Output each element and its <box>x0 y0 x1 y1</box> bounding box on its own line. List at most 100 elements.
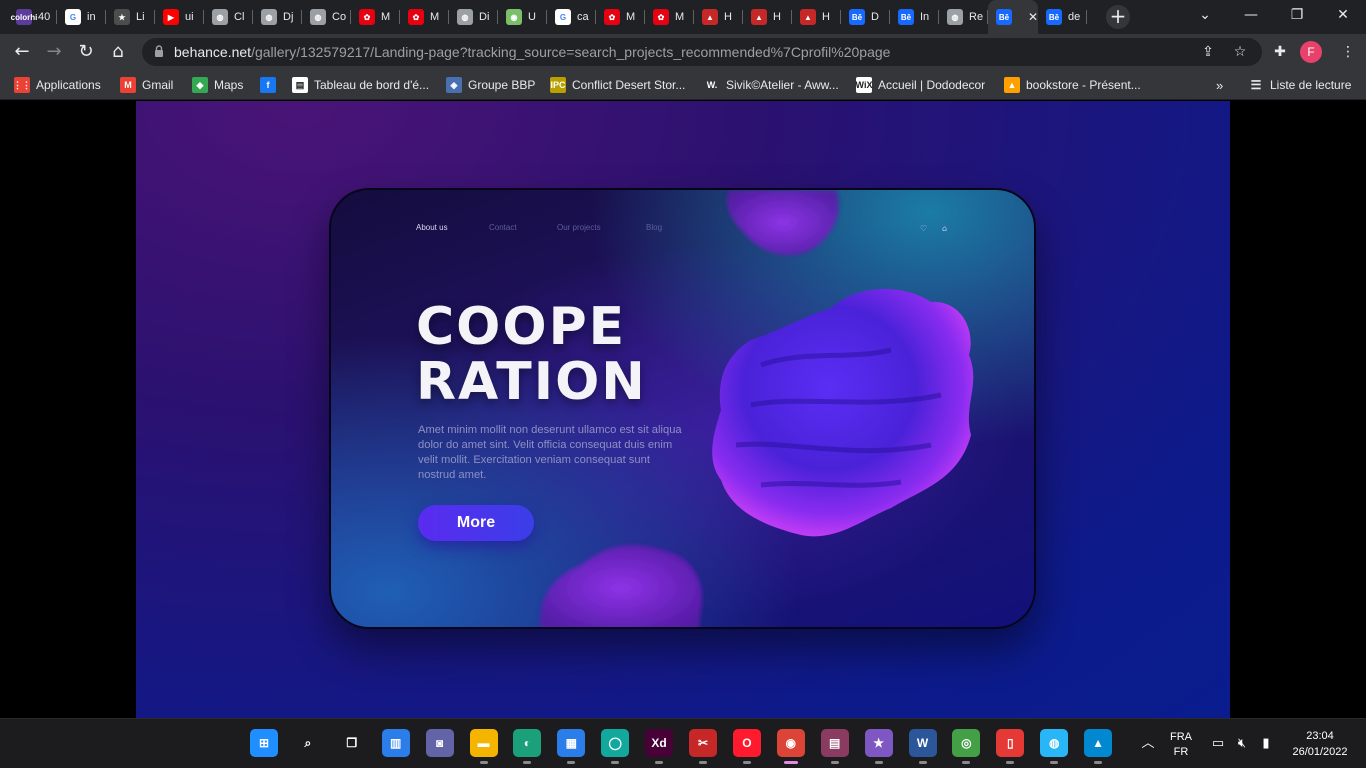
browser-tab[interactable]: ◍ Dj <box>253 0 302 34</box>
browser-tab[interactable]: Gin <box>57 0 106 34</box>
clock-time[interactable]: 23:04 <box>1290 730 1350 742</box>
search-icon[interactable]: ⌕ <box>293 729 322 757</box>
browser-tab[interactable]: colorhi 40 <box>8 0 57 34</box>
browser-tab[interactable]: ▶ ui <box>155 0 204 34</box>
network-app-icon[interactable]: ◎ <box>952 729 981 757</box>
store-icon[interactable]: ▦ <box>557 729 586 757</box>
widgets-icon[interactable]: ▥ <box>381 729 410 757</box>
firebase-icon: ▲ <box>1004 77 1020 93</box>
bookmark-item[interactable]: ◆ Maps <box>192 76 243 94</box>
tab-title: ca <box>577 11 589 23</box>
edge-icon[interactable]: ◐ <box>513 729 542 757</box>
address-bar[interactable]: behance.net/gallery/132579217/Landing-pa… <box>142 38 1262 66</box>
reading-list-button[interactable]: ☰ Liste de lecture <box>1248 76 1352 94</box>
bookmark-item[interactable]: ⋮⋮ Applications <box>13 76 101 94</box>
bookmark-item[interactable]: ▲ bookstore - Présent... <box>1004 76 1141 94</box>
nav-our-projects[interactable]: Our projects <box>557 223 601 232</box>
browser-tab[interactable]: Bē de <box>1038 0 1087 34</box>
basket-icon[interactable]: ⌂ <box>942 224 951 233</box>
teams-chat-icon[interactable]: ◙ <box>425 729 454 757</box>
photos-icon[interactable]: ▲ <box>1084 729 1113 757</box>
bookmark-item[interactable]: ◈ Groupe BBP <box>446 76 535 94</box>
url-path: /gallery/132579217/Landing-page?tracking… <box>251 44 891 60</box>
browser-tab[interactable]: Bē In <box>890 0 939 34</box>
new-tab-button[interactable]: + <box>1106 5 1130 29</box>
more-button[interactable]: More <box>418 505 534 541</box>
wix-icon: WiX <box>856 77 872 93</box>
word-icon[interactable]: W <box>908 729 937 757</box>
google-icon: G <box>65 9 81 25</box>
bookmarks-overflow-button[interactable]: » <box>1216 76 1223 94</box>
browser-tab[interactable]: ✿ M <box>645 0 694 34</box>
profile-avatar[interactable]: F <box>1300 41 1322 63</box>
nav-about-us[interactable]: About us <box>416 223 448 232</box>
network-icon[interactable]: ▭ <box>1210 736 1226 752</box>
url-host: behance.net <box>174 44 252 60</box>
winrar-icon[interactable]: ▤ <box>820 729 849 757</box>
apps-grid-icon: ⋮⋮ <box>13 77 31 93</box>
snipping-tool-icon[interactable]: ✂ <box>689 729 717 757</box>
browser-tab[interactable]: ▲ H <box>792 0 841 34</box>
bookmark-item[interactable]: IPC Conflict Desert Stor... <box>550 76 685 94</box>
globe-app-icon[interactable]: ◍ <box>1040 729 1069 757</box>
bookmark-star-icon[interactable]: ☆ <box>1232 44 1248 60</box>
nav-contact[interactable]: Contact <box>489 223 517 232</box>
browser-tab[interactable]: ◍ Cl <box>204 0 253 34</box>
heart-icon[interactable]: ♡ <box>920 224 929 233</box>
minimize-button[interactable]: — <box>1228 0 1274 34</box>
maps-icon: ◆ <box>192 77 208 93</box>
volume-muted-icon[interactable]: 🔇︎ <box>1234 736 1250 752</box>
bookmark-item[interactable]: WiX Accueil | Dododecor <box>856 76 985 94</box>
browser-tab[interactable]: ✿ M <box>400 0 449 34</box>
browser-tab[interactable]: ◉ U <box>498 0 547 34</box>
file-explorer-icon[interactable]: ▬ <box>469 729 498 757</box>
browser-tab[interactable]: ✿ M <box>596 0 645 34</box>
chevron-up-icon[interactable]: ︿ <box>1140 736 1156 752</box>
bookmark-item[interactable]: W. Sivik©Atelier - Aww... <box>704 76 839 94</box>
forward-button[interactable]: → <box>40 38 68 66</box>
bookmark-item[interactable]: M Gmail <box>120 76 173 94</box>
star-app-icon[interactable]: ★ <box>864 729 893 757</box>
tab-title: M <box>675 11 685 23</box>
tab-search-button[interactable]: ⌄ <box>1182 0 1228 34</box>
battery-icon[interactable]: ▮ <box>1258 736 1274 752</box>
bookmark-item[interactable]: ▤ Tableau de bord d'é... <box>292 76 429 94</box>
close-window-button[interactable]: ✕ <box>1320 0 1366 34</box>
back-button[interactable]: ← <box>8 38 36 66</box>
share-icon[interactable]: ⇪ <box>1200 44 1216 60</box>
headline-line-2: RATION <box>416 352 647 412</box>
menu-kebab-icon[interactable]: ⋮ <box>1340 44 1356 60</box>
browser-tab[interactable]: ▲ H <box>743 0 792 34</box>
home-button[interactable]: ⌂ <box>104 38 132 66</box>
lock-icon[interactable] <box>154 45 164 58</box>
browser-tab[interactable]: ◍ Co <box>302 0 351 34</box>
opera-icon[interactable]: O <box>732 729 761 757</box>
nav-blog[interactable]: Blog <box>646 223 662 232</box>
bookmark-item[interactable]: f <box>260 76 276 94</box>
language-indicator[interactable]: FRA <box>1166 731 1196 743</box>
keyboard-layout[interactable]: FR <box>1166 746 1196 758</box>
url-text[interactable]: behance.net/gallery/132579217/Landing-pa… <box>174 44 890 60</box>
tab-title: H <box>773 11 781 23</box>
tab-title: Co <box>332 11 346 23</box>
browser-tab[interactable]: ✿ M <box>351 0 400 34</box>
start-button-icon[interactable]: ⊞ <box>250 729 278 757</box>
phone-link-icon[interactable]: ▯ <box>996 729 1025 757</box>
headline: COOPE RATION <box>416 300 647 410</box>
browser-tab[interactable]: Gca <box>547 0 596 34</box>
browser-tab[interactable]: ★ Li <box>106 0 155 34</box>
reload-button[interactable]: ↻ <box>72 38 100 66</box>
app-circle-icon[interactable]: ◯ <box>601 729 630 757</box>
extensions-icon[interactable]: ✚ <box>1272 44 1288 60</box>
close-tab-icon[interactable]: ✕ <box>1028 10 1038 24</box>
clock-date[interactable]: 26/01/2022 <box>1284 746 1356 758</box>
adobe-xd-icon[interactable]: Xd <box>645 729 674 757</box>
browser-tab[interactable]: ◍ Re <box>939 0 988 34</box>
browser-tab[interactable]: ▲ H <box>694 0 743 34</box>
browser-tab[interactable]: Bē ✕ <box>988 0 1038 34</box>
browser-tab[interactable]: Bē D <box>841 0 890 34</box>
browser-tab[interactable]: ◍ Di <box>449 0 498 34</box>
restore-button[interactable]: ❐ <box>1274 0 1320 34</box>
task-view-icon[interactable]: ❐ <box>337 729 366 757</box>
chrome-icon[interactable]: ◉ <box>776 729 805 757</box>
